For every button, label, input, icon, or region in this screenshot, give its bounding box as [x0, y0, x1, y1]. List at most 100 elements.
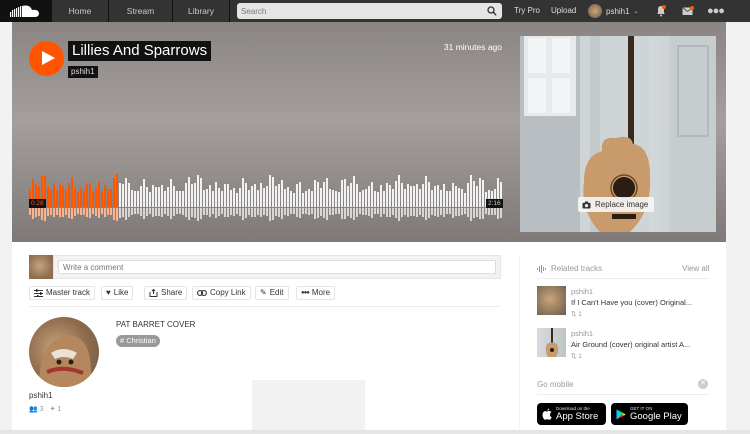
waveform-icon — [537, 264, 546, 273]
waveform-reflection-bar — [173, 208, 175, 216]
copy-link-button[interactable]: Copy Link — [192, 286, 251, 300]
waveform-bar — [476, 185, 478, 207]
waveform-bar — [260, 183, 262, 207]
top-nav: Home Stream Library Try Pro Upload pshih… — [0, 0, 750, 22]
waveform-reflection-bar — [356, 208, 358, 217]
waveform-reflection-bar — [437, 208, 439, 217]
waveform-reflection-bar — [140, 208, 142, 216]
waveform-bar — [176, 191, 178, 207]
following-icon: ✦ — [49, 406, 56, 413]
heart-icon: ♥ — [106, 288, 111, 297]
related-track-thumbnail[interactable] — [537, 286, 566, 315]
search-input[interactable] — [241, 4, 481, 18]
waveform-bar — [134, 191, 136, 207]
app-store-badge[interactable]: Download on the App Store — [537, 403, 606, 425]
related-track-artist[interactable]: pshih1 — [571, 287, 593, 296]
waveform-reflection-bar — [200, 208, 202, 219]
waveform-reflection-bar — [248, 208, 250, 215]
waveform-reflection-bar — [80, 208, 82, 215]
edit-button[interactable]: ✎ Edit — [255, 286, 289, 300]
waveform-bar — [221, 191, 223, 207]
related-track-artist[interactable]: pshih1 — [571, 329, 593, 338]
waveform-reflection-bar — [281, 208, 283, 219]
waveform-bar — [137, 191, 139, 207]
play-button[interactable] — [29, 41, 64, 76]
waveform-reflection-bar — [305, 208, 307, 214]
view-all-link[interactable]: View all — [682, 264, 709, 273]
current-time: 0:28 — [29, 199, 46, 208]
waveform-bar — [479, 178, 481, 207]
followers-stat[interactable]: 👥 3 — [29, 405, 44, 413]
waveform-reflection-bar — [110, 208, 112, 215]
upload-link[interactable]: Upload — [551, 0, 576, 22]
related-track-title[interactable]: Air Ground (cover) original artist A... — [571, 340, 711, 349]
messages-envelope-icon[interactable] — [682, 6, 694, 16]
search-icon[interactable] — [487, 6, 497, 16]
user-menu[interactable]: pshih1 ⌄ — [588, 0, 639, 22]
search-box[interactable] — [237, 3, 502, 19]
replace-image-button[interactable]: Replace image — [578, 197, 655, 212]
more-options-icon[interactable]: ●●● — [707, 0, 725, 22]
waveform-reflection-bar — [371, 208, 373, 218]
waveform-bar — [239, 187, 241, 207]
more-button[interactable]: ●●● More — [296, 286, 336, 300]
close-icon[interactable]: ✕ — [698, 379, 708, 389]
waveform-bar — [338, 192, 340, 207]
uploader-name[interactable]: pshih1 — [29, 391, 53, 400]
waveform-reflection-bar — [464, 208, 466, 214]
nav-stream[interactable]: Stream — [109, 0, 173, 22]
waveform-reflection-bar — [284, 208, 286, 215]
waveform-bar — [320, 187, 322, 207]
waveform-bar — [464, 192, 466, 207]
track-artist[interactable]: pshih1 — [68, 66, 98, 78]
related-track-thumbnail[interactable] — [537, 328, 566, 357]
waveform-bar — [248, 190, 250, 207]
uploader-avatar[interactable] — [29, 317, 99, 387]
waveform[interactable] — [29, 172, 503, 222]
waveform-bar — [278, 184, 280, 207]
waveform-bar — [173, 185, 175, 207]
waveform-bar — [425, 175, 427, 207]
waveform-bar — [323, 181, 325, 207]
waveform-bar — [284, 189, 286, 207]
master-track-button[interactable]: Master track — [29, 286, 96, 300]
go-mobile-line — [537, 394, 710, 395]
repost-count: 1 — [578, 311, 582, 318]
waveform-bar — [80, 188, 82, 207]
waveform-reflection-bar — [65, 208, 67, 215]
waveform-reflection-bar — [179, 208, 181, 214]
track-time-ago: 31 minutes ago — [443, 42, 502, 52]
share-button[interactable]: Share — [144, 286, 188, 300]
waveform-reflection-bar — [431, 208, 433, 215]
notifications-bell-icon[interactable] — [656, 5, 666, 17]
genre-tag[interactable]: # Christian — [116, 335, 160, 347]
uploader-avatar-image — [39, 335, 91, 387]
waveform-bar — [179, 191, 181, 207]
waveform-bar — [452, 182, 454, 207]
waveform-bar — [344, 178, 346, 207]
like-button[interactable]: ♥ Like — [101, 286, 134, 300]
soundcloud-logo[interactable] — [0, 0, 52, 22]
waveform-bar — [305, 191, 307, 207]
waveform-bar — [215, 182, 217, 207]
waveform-bar — [377, 192, 379, 207]
comment-input[interactable] — [58, 260, 496, 274]
try-pro-link[interactable]: Try Pro — [514, 0, 540, 22]
waveform-bar — [62, 185, 64, 207]
waveform-reflection-bar — [203, 208, 205, 215]
following-stat[interactable]: ✦ 1 — [50, 405, 62, 413]
waveform-reflection-bar — [71, 208, 73, 219]
waveform-bar — [356, 184, 358, 207]
waveform-bar — [83, 190, 85, 207]
waveform-bar — [203, 189, 205, 207]
sidebar-divider — [519, 255, 520, 434]
waveform-bar — [149, 191, 151, 207]
nav-library[interactable]: Library — [173, 0, 230, 22]
nav-home[interactable]: Home — [52, 0, 109, 22]
waveform-bar — [467, 183, 469, 207]
google-play-badge[interactable]: GET IT ON Google Play — [611, 403, 688, 425]
waveform-bar — [410, 186, 412, 207]
related-track-title[interactable]: If I Can't Have you (cover) Original... — [571, 298, 711, 307]
comment-box — [53, 255, 501, 279]
waveform-bar — [359, 191, 361, 207]
